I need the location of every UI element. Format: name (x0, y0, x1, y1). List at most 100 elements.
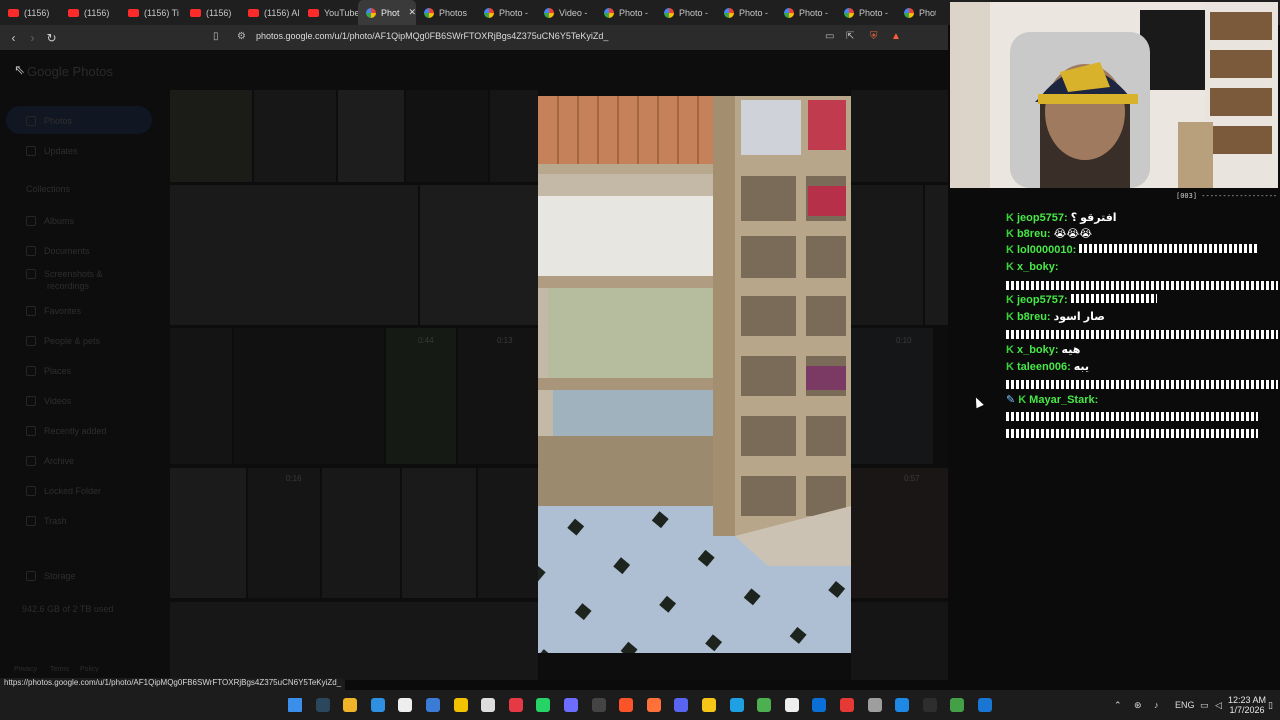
photo-thumbnail[interactable] (170, 602, 538, 680)
language-indicator[interactable]: ENG (1175, 700, 1195, 710)
browser-tab[interactable]: Photo - (476, 0, 536, 25)
browser-tab[interactable]: Photos (416, 0, 476, 25)
sidebar-item-people[interactable]: People & pets (26, 336, 100, 346)
notion-icon[interactable] (784, 698, 799, 712)
browser-tab[interactable]: Photo - (716, 0, 776, 25)
green-app-icon[interactable] (950, 698, 965, 712)
url-bar[interactable]: photos.google.com/u/1/photo/AF1QipMQg0FB… (256, 31, 608, 41)
editor-icon[interactable] (978, 698, 992, 712)
photo-thumbnail[interactable] (478, 468, 538, 598)
footer-link-policy[interactable]: Policy (80, 666, 99, 673)
cmd-icon[interactable] (922, 698, 937, 712)
brave-icon[interactable] (619, 698, 634, 712)
photo-thumbnail[interactable] (338, 90, 404, 182)
rewards-icon[interactable]: ▲ (891, 31, 901, 42)
photo-thumbnail[interactable] (851, 328, 933, 464)
discord-icon[interactable] (674, 698, 689, 712)
browser-tab[interactable]: Photo - (596, 0, 656, 25)
cast-icon[interactable]: ▭ (825, 31, 834, 42)
vpn-icon[interactable] (895, 698, 910, 712)
photo-thumbnail[interactable] (234, 328, 384, 464)
sidebar-item-albums[interactable]: Albums (26, 216, 74, 226)
brave-shield-icon[interactable]: ⛨ (870, 31, 878, 42)
notification-icon[interactable]: ▯ (1268, 700, 1273, 711)
back-icon[interactable]: ‹ (4, 31, 23, 45)
microphone-icon[interactable]: ♪ (1154, 700, 1159, 710)
photo-thumbnail[interactable] (248, 468, 320, 598)
volume-icon[interactable]: ◁ (1215, 700, 1222, 711)
chrome-icon[interactable] (757, 698, 772, 712)
forward-icon[interactable]: › (23, 31, 42, 45)
site-info-icon[interactable]: ⚙ (237, 31, 246, 42)
steam-icon[interactable] (315, 698, 330, 712)
yellow-app-icon[interactable] (702, 698, 716, 712)
photo-thumbnail[interactable] (170, 90, 252, 182)
footer-link-terms[interactable]: Terms (50, 666, 69, 673)
footer-link-privacy[interactable]: Privacy (14, 666, 37, 673)
media-icon[interactable] (508, 698, 523, 712)
browser-tab[interactable]: (1156) (182, 0, 240, 25)
store-icon[interactable] (398, 698, 413, 712)
browser-tab[interactable]: Video - (536, 0, 596, 25)
edge-icon[interactable] (370, 698, 385, 712)
sidebar-item-places[interactable]: Places (26, 366, 71, 376)
photo-thumbnail[interactable] (170, 185, 418, 325)
browser-tab[interactable]: YouTube (300, 0, 358, 25)
file-explorer-icon[interactable] (343, 698, 358, 712)
browser-tab[interactable]: (1156) Ti (120, 0, 182, 25)
tray-chevron-icon[interactable]: ⌃ (1114, 700, 1122, 711)
photo-thumbnail[interactable] (458, 328, 538, 464)
photo-thumbnail[interactable] (851, 90, 948, 182)
photo-thumbnail[interactable] (851, 602, 948, 680)
photo-thumbnail[interactable] (925, 185, 948, 325)
sidebar-item-screenshots[interactable]: Screenshots & (26, 269, 103, 279)
photo-thumbnail[interactable] (170, 328, 232, 464)
sidebar-item-favorites[interactable]: Favorites (26, 306, 81, 316)
reload-icon[interactable]: ↻ (42, 31, 61, 45)
photo-thumbnail[interactable] (402, 468, 476, 598)
red-app-icon[interactable] (840, 698, 854, 712)
sidebar-item-archive[interactable]: Archive (26, 456, 74, 466)
sidebar-item-locked-folder[interactable]: Locked Folder (26, 486, 101, 496)
opened-photo[interactable] (538, 96, 851, 653)
sidebar-item-documents[interactable]: Documents (26, 246, 90, 256)
terminal-icon[interactable] (564, 698, 578, 712)
browser-tab[interactable]: Photo - (836, 0, 896, 25)
photo-thumbnail[interactable] (406, 90, 488, 182)
sidebar-item-storage[interactable]: Storage (26, 571, 76, 581)
photo-thumbnail[interactable] (420, 185, 538, 325)
sidebar-item-photos[interactable]: Photos (26, 116, 72, 126)
browser-tab[interactable]: (1156) (0, 0, 60, 25)
photo-thumbnail[interactable] (851, 468, 948, 598)
sidebar-item-trash[interactable]: Trash (26, 516, 67, 526)
browser-tab[interactable]: Photo - (776, 0, 836, 25)
app-icon[interactable] (646, 698, 661, 712)
browser-tab[interactable]: (1156) (60, 0, 120, 25)
browser-tab[interactable]: Phot ✕ (358, 0, 416, 25)
sidebar-item-recently-added[interactable]: Recently added (26, 426, 107, 436)
windows-start-icon[interactable] (288, 698, 302, 712)
tray-app-icon[interactable]: ⊛ (1134, 700, 1142, 711)
back-arrow-icon[interactable]: ⇖ (14, 62, 25, 78)
browser-tab[interactable]: Photo (896, 0, 936, 25)
close-tab-icon[interactable]: ✕ (409, 7, 416, 18)
obs-icon[interactable] (591, 698, 606, 712)
share-icon[interactable]: ⇱ (846, 31, 854, 42)
photo-thumbnail[interactable] (170, 468, 246, 598)
photo-thumbnail[interactable] (490, 90, 538, 182)
browser-tab[interactable]: Photo - (656, 0, 716, 25)
whatsapp-icon[interactable] (536, 698, 551, 712)
browser-tab[interactable]: (1156) Al (240, 0, 300, 25)
gear-icon[interactable] (867, 698, 882, 712)
photo-thumbnail[interactable] (386, 328, 456, 464)
network-icon[interactable]: ▭ (1200, 700, 1209, 711)
settings-icon[interactable] (481, 698, 496, 712)
mail-icon[interactable] (426, 698, 440, 712)
blue-app-icon[interactable] (812, 698, 827, 712)
photo-thumbnail[interactable] (851, 185, 923, 325)
notes-icon[interactable] (453, 698, 468, 712)
photo-thumbnail[interactable] (322, 468, 400, 598)
bookmark-icon[interactable]: ▯ (213, 31, 219, 42)
browser-icon[interactable] (729, 698, 744, 712)
system-clock[interactable]: 12:23 AM 1/7/2026 (1228, 695, 1266, 715)
